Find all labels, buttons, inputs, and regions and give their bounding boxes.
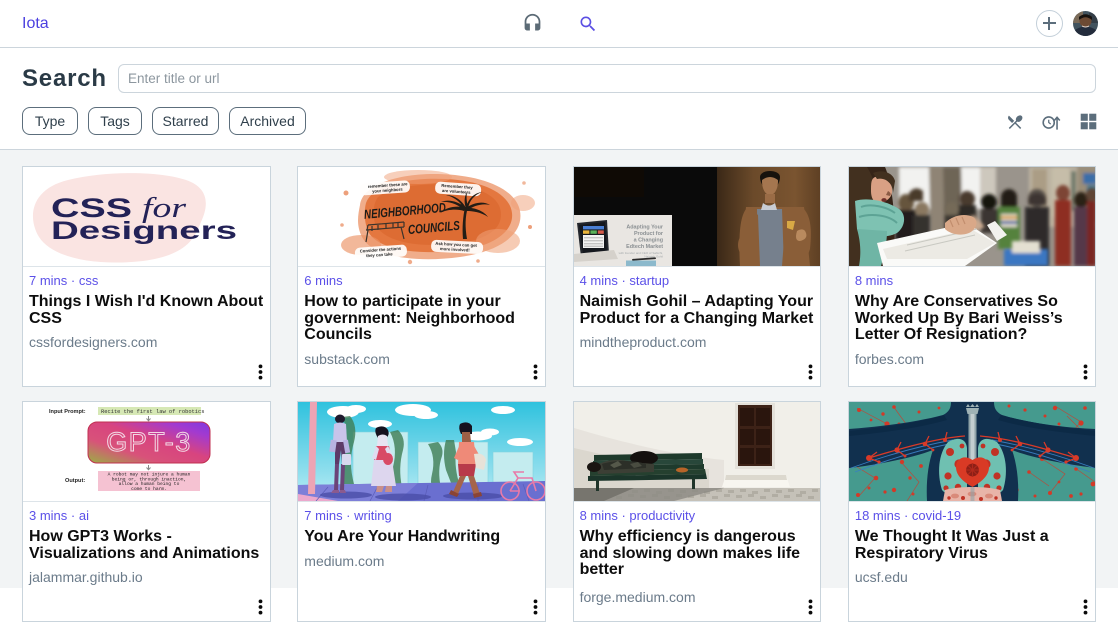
svg-text:Product for: Product for xyxy=(634,231,664,237)
svg-text:Recite the first law of roboti: Recite the first law of robotics xyxy=(101,409,205,415)
svg-text:come to harm.: come to harm. xyxy=(131,486,167,492)
svg-text:Adapting Your: Adapting Your xyxy=(626,225,664,231)
svg-text:GPT-3: GPT-3 xyxy=(106,427,192,457)
svg-text:Input Prompt:: Input Prompt: xyxy=(49,409,86,415)
svg-text:a Changing: a Changing xyxy=(633,238,662,244)
svg-text:Edtech Market: Edtech Market xyxy=(626,244,663,250)
svg-text:Output:: Output: xyxy=(65,478,85,484)
svg-text:Designers: Designers xyxy=(51,217,237,245)
